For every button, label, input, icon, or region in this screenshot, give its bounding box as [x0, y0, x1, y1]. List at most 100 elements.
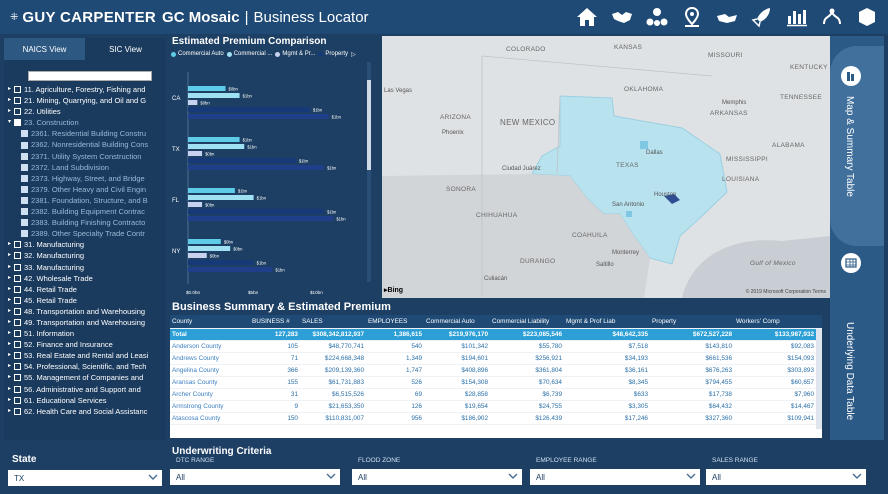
- tree-checkbox[interactable]: [14, 307, 21, 315]
- tree-checkbox[interactable]: [14, 363, 21, 371]
- tree-checkbox[interactable]: [21, 230, 28, 238]
- tree-item[interactable]: ▸ 55. Management of Companies and: [8, 372, 166, 383]
- expand-icon[interactable]: ▸: [8, 239, 13, 250]
- column-header[interactable]: EMPLOYEES: [366, 318, 424, 325]
- tree-checkbox[interactable]: [14, 263, 21, 271]
- bar[interactable]: [188, 260, 254, 265]
- flood-zone-dropdown[interactable]: All: [352, 469, 522, 485]
- tab-underlying-data-label[interactable]: Underlying Data Table: [844, 322, 855, 420]
- tree-item[interactable]: 2379. Other Heavy and Civil Engin: [8, 184, 166, 195]
- column-header[interactable]: Workers' Comp: [734, 318, 816, 325]
- tree-checkbox[interactable]: [14, 97, 21, 105]
- table-row[interactable]: Atascosa County 150 $110,831,007 956 $186,90…: [170, 413, 822, 425]
- location-pin-icon[interactable]: [676, 4, 707, 30]
- tree-checkbox[interactable]: [14, 274, 21, 282]
- tree-item[interactable]: 2372. Land Subdivision: [8, 162, 166, 173]
- tree-checkbox[interactable]: [21, 130, 28, 138]
- legend-item[interactable]: Commercial Auto: [171, 51, 224, 57]
- bar[interactable]: [188, 158, 296, 163]
- expand-icon[interactable]: ▸: [8, 328, 13, 339]
- tree-checkbox[interactable]: [14, 396, 21, 404]
- legend-item[interactable]: Commercial ...: [226, 51, 272, 57]
- tree-item[interactable]: ▸ 54. Professional, Scientific, and Tech: [8, 361, 166, 372]
- table-row[interactable]: Armstrong County 9 $21,653,350 126 $19,654 $2…: [170, 401, 822, 413]
- tree-item[interactable]: ▸ 11. Agriculture, Forestry, Fishing and: [8, 84, 166, 95]
- employee-range-dropdown[interactable]: All: [530, 469, 700, 485]
- expand-icon[interactable]: ▸: [8, 84, 13, 95]
- bar[interactable]: [188, 239, 221, 244]
- table-icon[interactable]: [841, 253, 861, 273]
- tree-checkbox[interactable]: [14, 385, 21, 393]
- tree-checkbox[interactable]: [14, 119, 21, 127]
- tree-item[interactable]: 2381. Foundation, Structure, and B: [8, 195, 166, 206]
- bar[interactable]: [188, 267, 273, 272]
- bar[interactable]: [188, 107, 310, 112]
- tree-checkbox[interactable]: [14, 341, 21, 349]
- column-header[interactable]: Commercial Auto: [424, 318, 490, 325]
- table-row[interactable]: Archer County 31 $6,515,526 69 $28,858 $6,739…: [170, 389, 822, 401]
- table-row[interactable]: Andrews County 71 $224,668,348 1,349 $194,60…: [170, 353, 822, 365]
- rocket-icon[interactable]: [746, 4, 777, 30]
- tree-checkbox[interactable]: [21, 208, 28, 216]
- tree-checkbox[interactable]: [21, 185, 28, 193]
- tree-item[interactable]: ▸ 21. Mining, Quarrying, and Oil and G: [8, 95, 166, 106]
- bar[interactable]: [188, 100, 198, 105]
- tree-checkbox[interactable]: [14, 352, 21, 360]
- tree-item[interactable]: 2371. Utility System Construction: [8, 151, 166, 162]
- bar[interactable]: [188, 253, 207, 258]
- tree-checkbox[interactable]: [14, 296, 21, 304]
- bar[interactable]: [188, 144, 245, 149]
- bar[interactable]: [188, 216, 334, 221]
- org-chart-icon[interactable]: [641, 4, 672, 30]
- column-header[interactable]: BUSINESS #: [250, 318, 300, 325]
- tree-checkbox[interactable]: [21, 141, 28, 149]
- tree-item[interactable]: ▸ 51. Information: [8, 328, 166, 339]
- bar[interactable]: [188, 137, 240, 142]
- tab-map-summary[interactable]: Map & Summary Table: [830, 46, 884, 246]
- expand-icon[interactable]: ▸: [8, 317, 13, 328]
- expand-icon[interactable]: ▸: [8, 406, 13, 417]
- expand-icon[interactable]: ▸: [8, 295, 13, 306]
- tree-item[interactable]: 2389. Other Specialty Trade Contr: [8, 228, 166, 239]
- table-row[interactable]: Anderson County 105 $48,770,741 540 $101,342…: [170, 341, 822, 353]
- tree-item[interactable]: ▸ 33. Manufacturing: [8, 262, 166, 273]
- tree-checkbox[interactable]: [14, 241, 21, 249]
- bar[interactable]: [188, 151, 203, 156]
- tree-item[interactable]: ▾ 23. Construction: [8, 117, 166, 128]
- deal-icon[interactable]: [711, 4, 742, 30]
- tree-checkbox[interactable]: [14, 252, 21, 260]
- tree-checkbox[interactable]: [14, 86, 21, 94]
- tab-sic-view[interactable]: SIC View: [85, 38, 166, 60]
- tree-item[interactable]: ▸ 44. Retail Trade: [8, 284, 166, 295]
- expand-icon[interactable]: ▸: [8, 395, 13, 406]
- tree-checkbox[interactable]: [14, 285, 21, 293]
- expand-icon[interactable]: ▸: [8, 350, 13, 361]
- tree-item[interactable]: 2382. Building Equipment Contrac: [8, 206, 166, 217]
- column-header[interactable]: SALES: [300, 318, 366, 325]
- bar[interactable]: [188, 86, 226, 91]
- home-icon[interactable]: [571, 4, 602, 30]
- tree-item[interactable]: ▸ 22. Utilities: [8, 106, 166, 117]
- tree-item[interactable]: ▸ 53. Real Estate and Rental and Leasi: [8, 350, 166, 361]
- expand-icon[interactable]: ▸: [8, 262, 13, 273]
- tab-naics-view[interactable]: NAICS View: [4, 38, 85, 60]
- tree-checkbox[interactable]: [21, 163, 28, 171]
- map-copyright[interactable]: © 2019 Microsoft Corporation Terms: [746, 289, 826, 295]
- tree-checkbox[interactable]: [21, 152, 28, 160]
- expand-icon[interactable]: ▸: [8, 95, 13, 106]
- column-header[interactable]: Property: [650, 318, 734, 325]
- table-row[interactable]: Angelina County 366 $209,139,360 1,747 $408,…: [170, 365, 822, 377]
- table-scrollbar[interactable]: [816, 329, 822, 429]
- column-header[interactable]: Mgmt & Prof Liab: [564, 318, 650, 325]
- expand-icon[interactable]: ▸: [8, 250, 13, 261]
- bar[interactable]: [188, 93, 240, 98]
- bar[interactable]: [188, 246, 231, 251]
- tree-item[interactable]: 2362. Nonresidential Building Cons: [8, 139, 166, 150]
- expand-icon[interactable]: ▸: [8, 284, 13, 295]
- collapse-icon[interactable]: ▾: [8, 117, 13, 128]
- tree-item[interactable]: ▸ 61. Educational Services: [8, 395, 166, 406]
- bar[interactable]: [188, 195, 254, 200]
- expand-icon[interactable]: ▸: [8, 306, 13, 317]
- bar[interactable]: [188, 202, 203, 207]
- tree-item[interactable]: ▸ 62. Health Care and Social Assistanc: [8, 406, 166, 417]
